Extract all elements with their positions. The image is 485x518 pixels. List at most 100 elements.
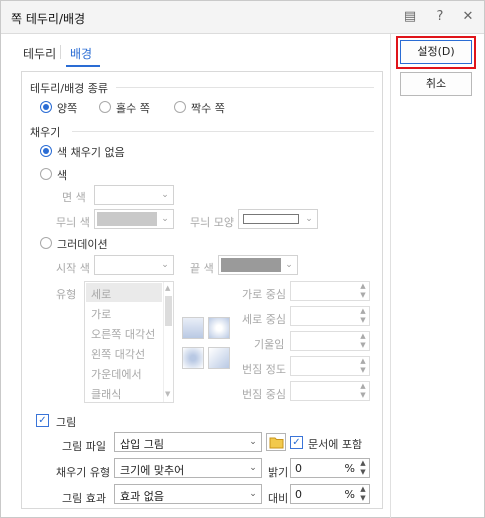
embed-checkbox[interactable]: ✓ — [290, 436, 303, 449]
button-column-divider — [390, 34, 391, 518]
gradient-preview-radial-icon — [208, 317, 230, 339]
contrast-value: 0 — [295, 488, 302, 501]
list-icon[interactable]: ▤ — [401, 8, 419, 26]
tab-border[interactable]: 테두리 — [23, 45, 56, 62]
tab-active-indicator — [66, 65, 100, 67]
list-item[interactable]: 세로 — [91, 286, 111, 302]
spinner-arrows-icon[interactable]: ▲ ▼ — [358, 382, 368, 400]
kind-section-title: 테두리/배경 종류 — [30, 82, 109, 95]
chevron-up-icon[interactable]: ▲ — [165, 284, 170, 292]
radio-gradient-label: 그러데이션 — [57, 238, 108, 251]
blur-center-label: 번짐 중심 — [242, 388, 286, 401]
chevron-down-icon: ⌄ — [249, 489, 257, 499]
h-center-spinner[interactable]: ▲ ▼ — [290, 281, 370, 301]
list-scrollbar[interactable]: ▲ ▼ — [163, 282, 173, 402]
picture-effect-label: 그림 효과 — [62, 492, 106, 505]
face-color-select[interactable]: ⌄ — [94, 185, 174, 205]
contrast-spinner[interactable]: 0 % ▲ ▼ — [290, 484, 370, 504]
title-bar: 쪽 테두리/배경 ▤ ? ✕ — [1, 1, 484, 34]
radio-even-label: 짝수 쪽 — [191, 102, 225, 115]
spinner-arrows-icon[interactable]: ▲ ▼ — [358, 282, 368, 300]
gradient-preview-linear-icon — [182, 317, 204, 339]
picture-checkbox[interactable]: ✓ — [36, 414, 49, 427]
picture-label: 그림 — [56, 416, 77, 429]
chevron-down-icon[interactable]: ▼ — [165, 390, 170, 398]
spinner-arrows-icon[interactable]: ▲ ▼ — [358, 332, 368, 350]
gradient-preview-center-icon — [182, 347, 204, 369]
ok-button-highlight — [396, 36, 476, 69]
list-item[interactable]: 왼쪽 대각선 — [91, 346, 145, 362]
brightness-unit: % — [344, 462, 355, 475]
picture-effect-value: 효과 없음 — [120, 490, 164, 503]
end-color-select[interactable]: ⌄ — [218, 255, 298, 275]
brightness-spinner[interactable]: 0 % ▲ ▼ — [290, 458, 370, 478]
radio-both[interactable] — [40, 101, 52, 113]
chevron-down-icon: ⌄ — [161, 214, 169, 224]
radio-both-label: 양쪽 — [57, 102, 78, 115]
v-center-spinner[interactable]: ▲ ▼ — [290, 306, 370, 326]
cancel-button[interactable]: 취소 — [400, 72, 472, 96]
picture-file-select[interactable]: 삽입 그림 ⌄ — [114, 432, 262, 452]
list-item[interactable]: 클래식 — [91, 386, 121, 402]
radio-odd[interactable] — [99, 101, 111, 113]
chevron-down-icon: ⌄ — [305, 214, 313, 224]
gradient-preview-diagonal-icon — [208, 347, 230, 369]
fill-type-value: 크기에 맞추어 — [120, 464, 185, 477]
blur-center-spinner[interactable]: ▲ ▼ — [290, 381, 370, 401]
pattern-color-swatch — [97, 212, 157, 226]
tab-separator — [60, 45, 61, 59]
brightness-value: 0 — [295, 462, 302, 475]
chevron-down-icon: ⌄ — [249, 463, 257, 473]
chevron-down-icon: ⌄ — [161, 260, 169, 270]
list-item[interactable]: 오른쪽 대각선 — [91, 326, 155, 342]
scrollbar-thumb[interactable] — [165, 296, 172, 326]
tab-background[interactable]: 배경 — [70, 45, 92, 62]
end-color-label: 끝 색 — [190, 262, 214, 275]
spinner-arrows-icon[interactable]: ▲ ▼ — [358, 485, 368, 503]
end-color-swatch — [221, 258, 281, 272]
radio-no-fill[interactable] — [40, 145, 52, 157]
pattern-shape-preview — [243, 214, 299, 224]
radio-color-label: 색 — [57, 169, 68, 182]
pattern-shape-select[interactable]: ⌄ — [238, 209, 318, 229]
radio-odd-label: 홀수 쪽 — [116, 102, 150, 115]
start-color-select[interactable]: ⌄ — [94, 255, 174, 275]
picture-file-label: 그림 파일 — [62, 440, 106, 453]
picture-effect-select[interactable]: 효과 없음 ⌄ — [114, 484, 262, 504]
list-item[interactable]: 가운데에서 — [91, 366, 142, 382]
radio-no-fill-label: 색 채우기 없음 — [57, 146, 125, 159]
question-icon[interactable]: ? — [431, 8, 449, 26]
pattern-shape-label: 무늬 모양 — [190, 216, 234, 229]
spinner-arrows-icon[interactable]: ▲ ▼ — [358, 307, 368, 325]
start-color-label: 시작 색 — [56, 262, 90, 275]
chevron-down-icon: ⌄ — [161, 190, 169, 200]
face-color-label: 면 색 — [62, 191, 86, 204]
close-icon[interactable]: ✕ — [459, 8, 477, 26]
brightness-label: 밝기 — [268, 466, 289, 479]
pattern-color-label: 무늬 색 — [56, 216, 90, 229]
spinner-arrows-icon[interactable]: ▲ ▼ — [358, 357, 368, 375]
radio-even[interactable] — [174, 101, 186, 113]
fill-section-line — [72, 131, 374, 132]
picture-file-value: 삽입 그림 — [120, 438, 164, 451]
folder-icon — [269, 437, 284, 449]
kind-section-line — [116, 87, 374, 88]
radio-color[interactable] — [40, 168, 52, 180]
gradient-type-label: 유형 — [56, 288, 77, 301]
contrast-label: 대비 — [268, 492, 289, 505]
pattern-color-select[interactable]: ⌄ — [94, 209, 174, 229]
fill-section-title: 채우기 — [30, 126, 61, 139]
gradient-type-list[interactable]: 세로 가로 오른쪽 대각선 왼쪽 대각선 가운데에서 클래식 ▲ ▼ — [84, 281, 174, 403]
chevron-down-icon: ⌄ — [249, 437, 257, 447]
list-item[interactable]: 가로 — [91, 306, 111, 322]
spinner-arrows-icon[interactable]: ▲ ▼ — [358, 459, 368, 477]
browse-folder-button[interactable] — [266, 433, 286, 451]
fill-type-label: 채우기 유형 — [56, 466, 111, 479]
tilt-label: 기울임 — [254, 338, 285, 351]
fill-type-select[interactable]: 크기에 맞추어 ⌄ — [114, 458, 262, 478]
background-panel: 테두리/배경 종류 양쪽 홀수 쪽 짝수 쪽 채우기 색 채우기 없음 색 면 … — [21, 71, 383, 509]
tilt-spinner[interactable]: ▲ ▼ — [290, 331, 370, 351]
radio-gradient[interactable] — [40, 237, 52, 249]
contrast-unit: % — [344, 488, 355, 501]
blur-spinner[interactable]: ▲ ▼ — [290, 356, 370, 376]
